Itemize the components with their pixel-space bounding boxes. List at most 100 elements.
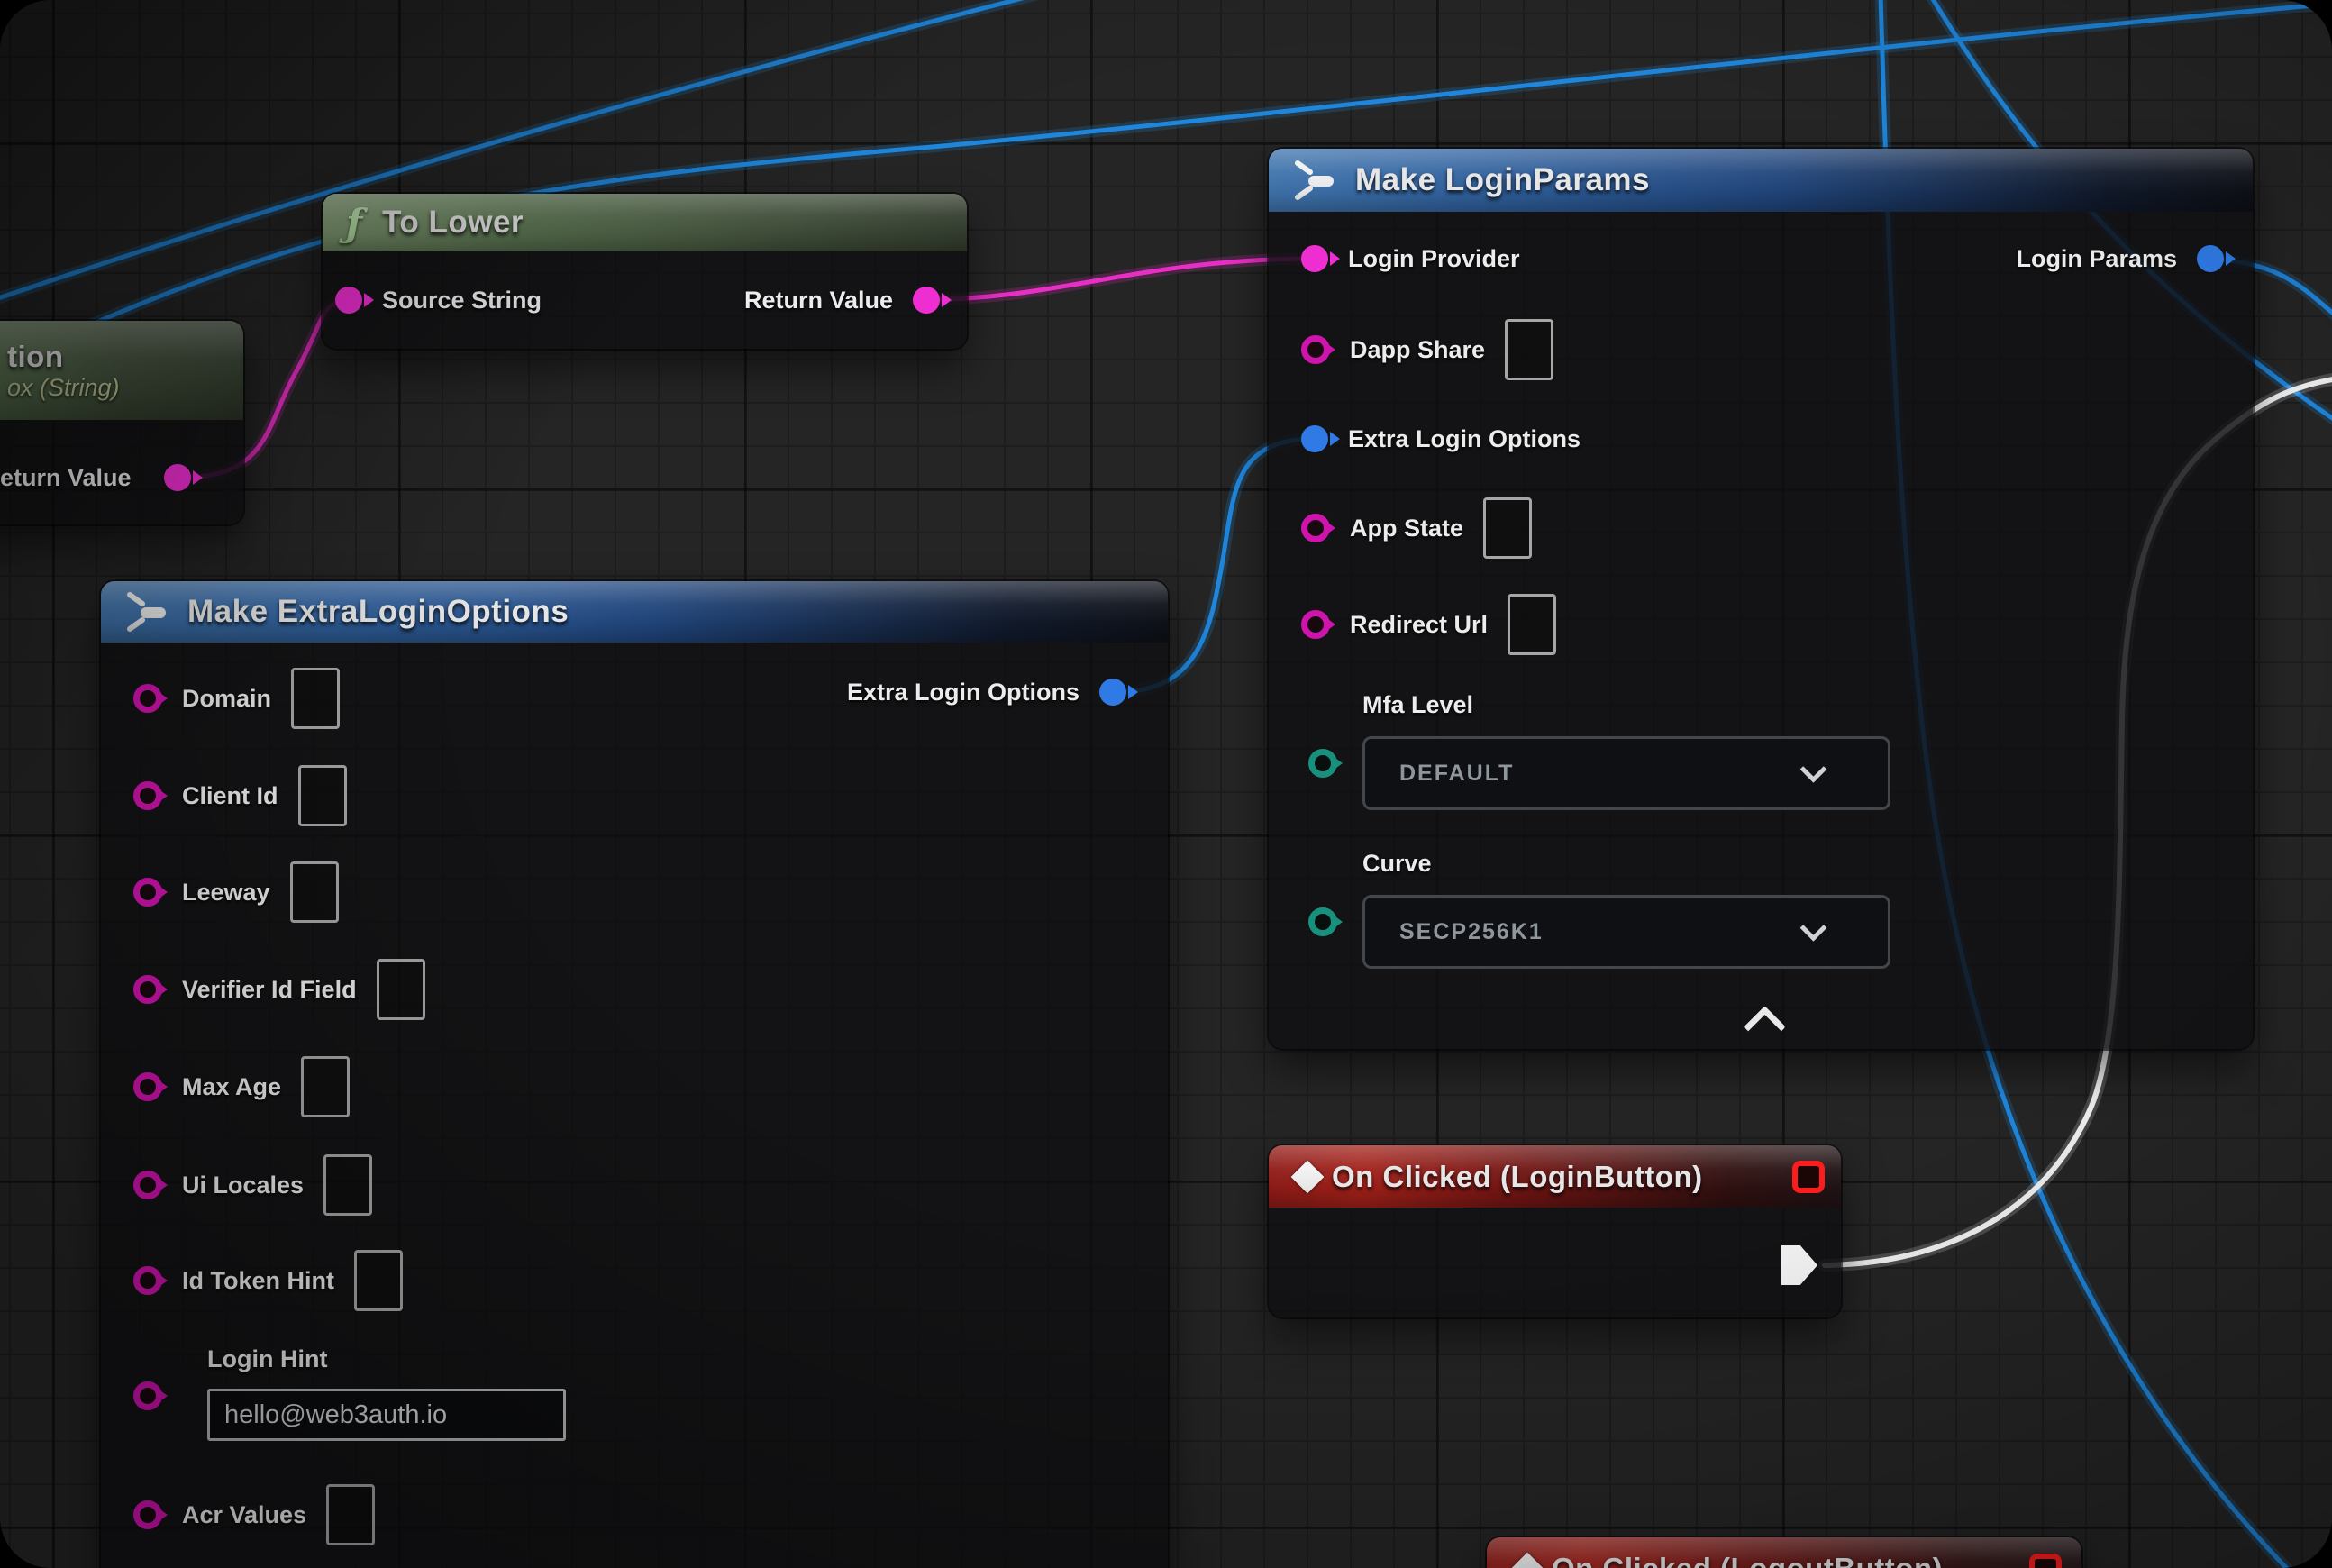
curve-label: Curve (1362, 850, 1432, 878)
node-header[interactable]: Make ExtraLoginOptions (101, 581, 1168, 643)
node-to-lower[interactable]: ƒ To Lower Source String Return Value (323, 194, 967, 349)
pin-label: Login Provider (1348, 245, 1520, 273)
event-diamond-icon (1291, 1160, 1325, 1193)
curve-dropdown[interactable]: SECP256K1 (1362, 895, 1890, 969)
enum-input-pin[interactable] (1308, 907, 1337, 936)
node-header[interactable]: tion ox (String) (0, 321, 243, 420)
node-on-clicked-login-button[interactable]: On Clicked (LoginButton) (1269, 1145, 1841, 1317)
string-input-pin[interactable] (1301, 245, 1328, 272)
node-header[interactable]: Make LoginParams (1269, 149, 2253, 212)
value-box[interactable] (326, 1484, 375, 1545)
wire-pink-tolower-to-loginprovider (915, 259, 1316, 300)
string-input-pin[interactable] (133, 1171, 162, 1199)
struct-output-pin[interactable] (2197, 245, 2224, 272)
node-on-clicked-logout-button[interactable]: On Clicked (LogoutButton) (1487, 1537, 2081, 1568)
node-header[interactable]: On Clicked (LogoutButton) (1487, 1537, 2081, 1568)
value-box[interactable] (323, 1154, 372, 1216)
node-title: Make LoginParams (1355, 162, 1650, 198)
string-input-pin[interactable] (133, 975, 162, 1004)
login-hint-input[interactable] (207, 1389, 566, 1441)
pin-row-client-id: Client Id (133, 763, 347, 828)
pin-label: Acr Values (182, 1501, 306, 1529)
exec-output-pin[interactable] (1781, 1245, 1817, 1285)
node-title: To Lower (382, 205, 524, 241)
pin-label: Return Value (744, 287, 893, 315)
pin-label: Ui Locales (182, 1171, 304, 1199)
node-text-function-partial[interactable]: tion ox (String) eturn Value (0, 321, 243, 524)
string-input-pin[interactable] (1301, 610, 1330, 639)
string-input-pin[interactable] (335, 287, 362, 314)
struct-output-pin[interactable] (1099, 679, 1126, 706)
string-input-pin[interactable] (133, 1500, 162, 1529)
bound-event-icon[interactable] (1792, 1161, 1825, 1193)
pin-label: App State (1350, 515, 1463, 542)
chevron-down-icon (1800, 756, 1827, 783)
pin-label: eturn Value (0, 464, 132, 492)
node-make-extra-login-options[interactable]: Make ExtraLoginOptions Domain Client Id … (101, 581, 1168, 1568)
node-title: Make ExtraLoginOptions (187, 594, 569, 630)
value-box[interactable] (291, 668, 340, 729)
pin-label: Domain (182, 685, 271, 713)
pin-row-ui-locales: Ui Locales (133, 1153, 372, 1217)
pin-row-max-age: Max Age (133, 1054, 350, 1119)
pin-label: Id Token Hint (182, 1267, 334, 1295)
value-box[interactable] (298, 765, 347, 826)
enum-input-pin[interactable] (1308, 749, 1337, 778)
pin-row-source-string: Source String (335, 268, 542, 333)
string-input-pin[interactable] (133, 1266, 162, 1295)
string-input-pin[interactable] (1301, 335, 1330, 364)
pin-row-return-value: eturn Value (0, 445, 191, 510)
node-title: On Clicked (LoginButton) (1332, 1160, 1703, 1194)
bound-event-icon[interactable] (2029, 1554, 2062, 1568)
string-output-pin[interactable] (913, 287, 940, 314)
string-output-pin[interactable] (164, 464, 191, 491)
pin-row-acr-values: Acr Values (133, 1482, 375, 1547)
pin-row-extra-login-options-in: Extra Login Options (1301, 406, 1580, 471)
value-box[interactable] (1508, 594, 1556, 655)
value-box[interactable] (377, 959, 425, 1020)
mfa-level-label: Mfa Level (1362, 691, 1473, 719)
string-input-pin[interactable] (133, 684, 162, 713)
value-box[interactable] (290, 861, 339, 923)
string-input-pin[interactable] (133, 1072, 162, 1101)
mfa-level-value: DEFAULT (1365, 761, 1514, 787)
value-box[interactable] (354, 1250, 403, 1311)
string-input-pin[interactable] (133, 781, 162, 810)
pin-row-return-value: Return Value (744, 268, 940, 333)
pin-row-login-params-out: Login Params (2016, 226, 2224, 291)
value-box[interactable] (1505, 319, 1553, 380)
pin-row-id-token-hint: Id Token Hint (133, 1248, 403, 1313)
string-input-pin[interactable] (1301, 514, 1330, 542)
event-diamond-icon (1511, 1553, 1544, 1568)
pin-label: Extra Login Options (847, 679, 1079, 707)
value-box[interactable] (1483, 497, 1532, 559)
pin-label: Max Age (182, 1073, 281, 1101)
pin-label: Extra Login Options (1348, 425, 1580, 453)
pin-label: Verifier Id Field (182, 976, 357, 1004)
pin-row-dapp-share: Dapp Share (1301, 317, 1553, 382)
struct-input-pin[interactable] (1301, 425, 1328, 452)
blueprint-editor: tion ox (String) eturn Value ƒ To Lower … (0, 0, 2332, 1568)
curve-value: SECP256K1 (1365, 919, 1544, 945)
pin-row-leeway: Leeway (133, 860, 339, 925)
pin-row-verifier-id-field: Verifier Id Field (133, 957, 425, 1022)
node-header[interactable]: ƒ To Lower (323, 194, 967, 251)
make-struct-icon (124, 591, 171, 633)
node-title: On Clicked (LogoutButton) (1552, 1552, 1943, 1568)
pin-row-extra-login-options-out: Extra Login Options (847, 660, 1126, 725)
collapse-node-chevron[interactable] (1744, 1006, 1786, 1048)
pin-label: Login Params (2016, 245, 2177, 273)
pin-label: Dapp Share (1350, 336, 1485, 364)
login-hint-label: Login Hint (207, 1345, 327, 1373)
mfa-level-dropdown[interactable]: DEFAULT (1362, 736, 1890, 810)
graph-canvas[interactable]: tion ox (String) eturn Value ƒ To Lower … (0, 0, 2332, 1568)
value-box[interactable] (301, 1056, 350, 1117)
string-input-pin[interactable] (133, 878, 162, 907)
node-subtitle: ox (String) (7, 374, 120, 402)
pin-label: Redirect Url (1350, 611, 1488, 639)
chevron-down-icon (1800, 915, 1827, 942)
pin-row-login-provider: Login Provider (1301, 226, 1520, 291)
node-header[interactable]: On Clicked (LoginButton) (1269, 1145, 1841, 1208)
node-make-login-params[interactable]: Make LoginParams Login Provider Dapp Sha… (1269, 149, 2253, 1049)
string-input-pin[interactable] (133, 1381, 162, 1410)
